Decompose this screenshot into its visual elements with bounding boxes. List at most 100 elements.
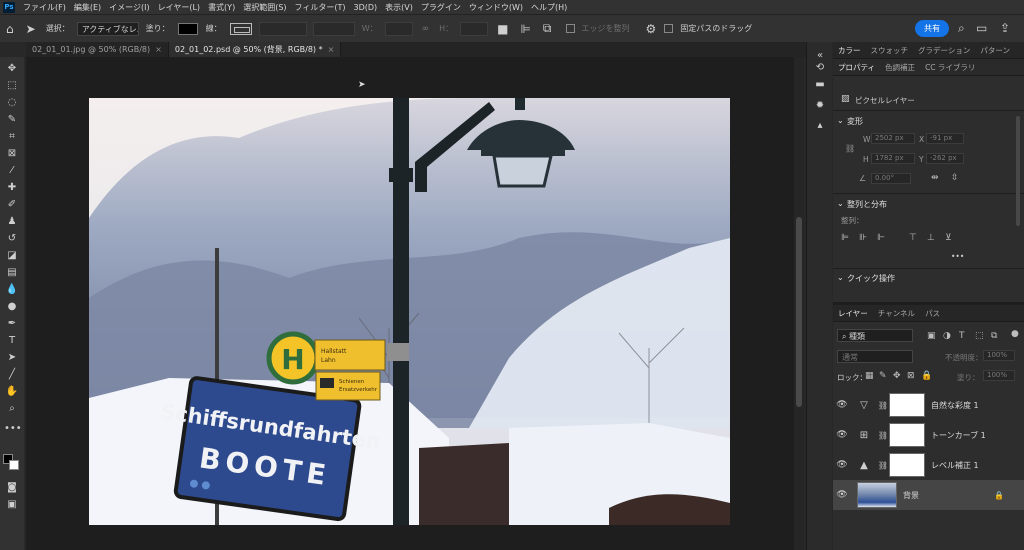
collapse-panels-icon[interactable]: « <box>814 50 826 62</box>
layer-row[interactable]: 👁 ▲ ⛓ レベル補正 1 <box>833 450 1024 480</box>
background-color-swatch[interactable] <box>9 460 19 470</box>
path-select-tool-icon[interactable]: ➤ <box>26 22 36 36</box>
workspace-icon[interactable]: ▭ <box>976 21 987 35</box>
zoom-tool-icon[interactable]: ⌕ <box>4 402 20 416</box>
close-icon[interactable]: × <box>155 45 162 54</box>
vertical-scrollbar[interactable] <box>794 57 804 550</box>
path-alignment-icon[interactable]: ⊫ <box>520 22 530 36</box>
blend-mode-dropdown[interactable]: 通常 <box>837 350 913 363</box>
tab-cc-libraries[interactable]: CC ライブラリ <box>920 62 980 73</box>
fill-swatch[interactable] <box>177 22 198 35</box>
menu-window[interactable]: ウィンドウ(W) <box>465 2 527 13</box>
layer-mask-thumbnail[interactable] <box>889 453 925 477</box>
history-brush-tool-icon[interactable]: ↺ <box>4 232 20 246</box>
tab-color[interactable]: カラー <box>833 45 866 56</box>
filter-toggle-icon[interactable]: ● <box>1011 329 1019 339</box>
filter-pixel-icon[interactable]: ▣ <box>927 331 936 341</box>
home-icon[interactable]: ⌂ <box>6 22 14 36</box>
path-arrangement-icon[interactable]: ⧉ <box>543 21 552 36</box>
share-document-icon[interactable]: ⇪ <box>1000 21 1010 35</box>
frame-tool-icon[interactable]: ⊠ <box>4 147 20 161</box>
lock-position-icon[interactable]: ✥ <box>893 371 901 381</box>
menu-view[interactable]: 表示(V) <box>381 2 417 13</box>
dodge-tool-icon[interactable]: ● <box>4 300 20 314</box>
width-value-field[interactable]: 2502 px <box>871 133 915 144</box>
gradient-tool-icon[interactable]: ▤ <box>4 266 20 280</box>
edge-align-checkbox[interactable] <box>565 24 575 33</box>
menu-help[interactable]: ヘルプ(H) <box>527 2 571 13</box>
lasso-tool-icon[interactable]: ◌ <box>4 96 20 110</box>
tab-document-2[interactable]: 02_01_02.psd @ 50% (背景, RGB/8) * × <box>168 42 342 57</box>
lock-artboard-icon[interactable]: ⊠ <box>907 371 915 381</box>
shape-tool-icon[interactable]: ╱ <box>4 368 20 382</box>
tab-layers[interactable]: レイヤー <box>833 308 873 319</box>
filter-shape-icon[interactable]: ⬚ <box>975 331 984 341</box>
gear-icon[interactable]: ⚙ <box>646 22 657 36</box>
document-image[interactable]: Schiffsrundfahrten BOOTE H Hallstatt Lah… <box>89 98 730 525</box>
move-tool-icon[interactable]: ✥ <box>4 62 20 76</box>
layer-thumbnail[interactable] <box>857 482 897 508</box>
comments-panel-icon[interactable]: ▬ <box>814 79 826 91</box>
align-top-icon[interactable]: ⊤ <box>909 233 917 243</box>
link-icon[interactable]: ∞ <box>422 24 430 34</box>
menu-file[interactable]: ファイル(F) <box>19 2 70 13</box>
tab-adjustments[interactable]: 色調補正 <box>880 62 920 73</box>
layer-mask-thumbnail[interactable] <box>889 423 925 447</box>
height-field[interactable] <box>460 21 489 36</box>
menu-3d[interactable]: 3D(D) <box>350 3 382 12</box>
crop-tool-icon[interactable]: ⌗ <box>4 130 20 144</box>
eyedropper-tool-icon[interactable]: ⁄ <box>4 164 20 178</box>
eye-icon[interactable]: 👁 <box>833 430 851 440</box>
quick-mask-icon[interactable]: ◙ <box>4 481 20 495</box>
link-icon[interactable]: ⛓ <box>877 461 889 470</box>
more-tools-icon[interactable]: ••• <box>4 422 22 436</box>
lock-image-icon[interactable]: ✎ <box>879 371 887 381</box>
link-dimensions-icon[interactable]: ⛓ <box>845 144 855 153</box>
tab-paths[interactable]: パス <box>920 308 945 319</box>
layer-name[interactable]: トーンカーブ 1 <box>931 430 986 441</box>
layer-row[interactable]: 👁 ▽ ⛓ 自然な彩度 1 <box>833 390 1024 420</box>
menu-type[interactable]: 書式(Y) <box>204 2 239 13</box>
y-value-field[interactable]: -262 px <box>926 153 964 164</box>
transform-chevron-icon[interactable]: ⌄ <box>837 116 844 125</box>
tab-gradients[interactable]: グラデーション <box>913 45 975 56</box>
eraser-tool-icon[interactable]: ◪ <box>4 249 20 263</box>
layer-mask-thumbnail[interactable] <box>889 393 925 417</box>
menu-filter[interactable]: フィルター(T) <box>291 2 350 13</box>
healing-brush-tool-icon[interactable]: ✚ <box>4 181 20 195</box>
angle-value-field[interactable]: 0.00° <box>871 173 911 184</box>
eye-icon[interactable]: 👁 <box>833 400 851 410</box>
share-button[interactable]: 共有 <box>915 20 949 37</box>
menu-plugins[interactable]: プラグイン <box>417 2 465 13</box>
filter-smart-object-icon[interactable]: ⧉ <box>991 331 997 341</box>
pen-tool-icon[interactable]: ✒ <box>4 317 20 331</box>
brush-tool-icon[interactable]: ✐ <box>4 198 20 212</box>
histogram-panel-icon[interactable]: ▴ <box>814 120 826 132</box>
align-center-horizontal-icon[interactable]: ⊪ <box>859 233 867 243</box>
opacity-field[interactable]: 100% <box>983 350 1015 361</box>
path-selection-tool-icon[interactable]: ➤ <box>4 351 20 365</box>
flip-vertical-icon[interactable]: ⇳ <box>951 173 959 183</box>
clone-stamp-tool-icon[interactable]: ♟ <box>4 215 20 229</box>
menu-layer[interactable]: レイヤー(L) <box>154 2 204 13</box>
hand-tool-icon[interactable]: ✋ <box>4 385 20 399</box>
align-middle-vertical-icon[interactable]: ⊥ <box>927 233 935 243</box>
layer-name[interactable]: 自然な彩度 1 <box>931 400 979 411</box>
tab-document-1[interactable]: 02_01_01.jpg @ 50% (RGB/8) × <box>26 42 169 57</box>
link-icon[interactable]: ⛓ <box>877 431 889 440</box>
x-value-field[interactable]: -91 px <box>926 133 964 144</box>
align-bottom-icon[interactable]: ⊻ <box>945 233 952 243</box>
filter-type-icon[interactable]: T <box>959 331 965 341</box>
align-left-icon[interactable]: ⊫ <box>841 233 849 243</box>
quick-select-tool-icon[interactable]: ✎ <box>4 113 20 127</box>
layer-name[interactable]: レベル補正 1 <box>931 460 979 471</box>
more-options-icon[interactable]: ••• <box>951 252 964 261</box>
marquee-tool-icon[interactable]: ⬚ <box>4 79 20 93</box>
link-icon[interactable]: ⛓ <box>877 401 889 410</box>
fill-field[interactable]: 100% <box>983 370 1015 381</box>
fixed-path-checkbox[interactable] <box>664 24 674 33</box>
align-chevron-icon[interactable]: ⌄ <box>837 199 844 208</box>
screen-mode-icon[interactable]: ▣ <box>4 498 20 512</box>
eye-icon[interactable]: 👁 <box>833 490 851 500</box>
close-icon[interactable]: × <box>328 45 335 54</box>
